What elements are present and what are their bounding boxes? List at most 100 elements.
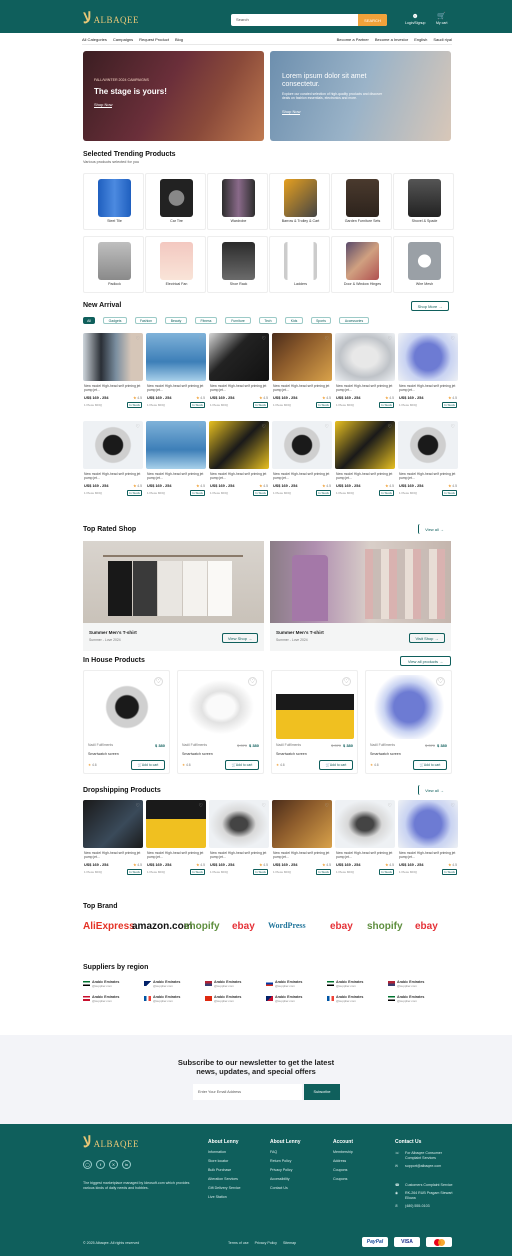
brand-logo[interactable]: shopify: [367, 921, 403, 932]
nav-campaigns[interactable]: Campaigns: [113, 37, 133, 42]
product-card[interactable]: ♡ New model High-head self priming jet pu…: [209, 421, 269, 503]
footer-link[interactable]: Gift Delivery Service: [208, 1184, 241, 1193]
footer-link[interactable]: Store locator: [208, 1157, 241, 1166]
brand-logo[interactable]: shopify: [184, 921, 220, 932]
footer-link[interactable]: Coupons: [333, 1166, 353, 1175]
footer-link[interactable]: Contact Us: [270, 1184, 292, 1193]
add-to-cart-button[interactable]: 🛒 Add to cart: [319, 760, 353, 770]
filter-pill[interactable]: Fitness: [195, 317, 217, 324]
heart-icon[interactable]: ♡: [262, 803, 266, 809]
visit-shop-button[interactable]: Visit Shop →: [409, 633, 445, 643]
view-shop-button[interactable]: View Shop →: [222, 633, 258, 643]
footer-link[interactable]: Bulk Purchase: [208, 1166, 241, 1175]
linkedin-icon[interactable]: in: [122, 1160, 131, 1169]
brand-logo[interactable]: ebay: [232, 921, 255, 932]
product-card[interactable]: ♡ New model High-head self priming jet pu…: [272, 800, 332, 882]
trending-card[interactable]: Car Tire: [145, 173, 206, 230]
product-card[interactable]: ♡ New model High-head self priming jet pu…: [209, 333, 269, 415]
filter-pill[interactable]: Kids: [285, 317, 303, 324]
filter-pill[interactable]: Gadgets: [103, 317, 127, 324]
product-card[interactable]: ♡ New model High-head self priming jet pu…: [272, 421, 332, 503]
product-card[interactable]: ♡ New model High-head self priming jet pu…: [335, 800, 395, 882]
footer-link[interactable]: Return Policy: [270, 1157, 292, 1166]
heart-icon[interactable]: ♡: [154, 677, 163, 686]
heart-icon[interactable]: ♡: [199, 336, 203, 342]
footer-link[interactable]: FAQ: [270, 1148, 292, 1157]
filter-pill[interactable]: All: [83, 317, 95, 324]
logo[interactable]: لا ALBAQEE: [83, 12, 139, 27]
subscribe-button[interactable]: Subscribe: [304, 1084, 340, 1100]
heart-icon[interactable]: ♡: [262, 424, 266, 430]
supplier-item[interactable]: Arabic Emirates @supplier.com: [205, 980, 263, 991]
heart-icon[interactable]: ♡: [248, 677, 257, 686]
privacy-link[interactable]: Privacy Policy: [255, 1241, 277, 1245]
heart-icon[interactable]: ♡: [342, 677, 351, 686]
product-card[interactable]: ♡ New model High-head self priming jet pu…: [398, 800, 458, 882]
nav-request-product[interactable]: Request Product: [139, 37, 169, 42]
supplier-item[interactable]: Arabic Emirates @supplier.com: [266, 995, 324, 1006]
heart-icon[interactable]: ♡: [388, 803, 392, 809]
search-button[interactable]: SEARCH: [358, 14, 387, 26]
heart-icon[interactable]: ♡: [136, 336, 140, 342]
login-button[interactable]: ☻ Login/Signup: [405, 13, 425, 25]
heart-icon[interactable]: ♡: [136, 424, 140, 430]
footer-link[interactable]: Coupons: [333, 1175, 353, 1184]
filter-pill[interactable]: Tech: [259, 317, 277, 324]
supplier-item[interactable]: Arabic Emirates @supplier.com: [144, 980, 202, 991]
product-card[interactable]: ♡ New model High-head self priming jet pu…: [83, 800, 143, 882]
supplier-item[interactable]: Arabic Emirates @supplier.com: [205, 995, 263, 1006]
trending-card[interactable]: Ladders: [269, 236, 330, 293]
add-to-cart-button[interactable]: 🛒 Add to cart: [413, 760, 447, 770]
top-rated-view-all[interactable]: View all →: [418, 524, 450, 534]
x-twitter-icon[interactable]: X: [109, 1160, 118, 1169]
footer-link[interactable]: Accessibility: [270, 1175, 292, 1184]
add-to-cart-button[interactable]: 🛒 Add to cart: [225, 760, 259, 770]
brand-logo[interactable]: ebay: [415, 921, 438, 932]
heart-icon[interactable]: ♡: [451, 336, 455, 342]
language-select[interactable]: English: [414, 37, 427, 42]
footer-link[interactable]: Privacy Policy: [270, 1166, 292, 1175]
product-card[interactable]: ♡ New model High-head self priming jet pu…: [146, 333, 206, 415]
heart-icon[interactable]: ♡: [325, 424, 329, 430]
supplier-item[interactable]: Arabic Emirates @supplier.com: [327, 995, 385, 1006]
heart-icon[interactable]: ♡: [451, 803, 455, 809]
in-house-card[interactable]: ♡ Nadil Fulfilments $ 370 $ 380 Smartwatch s…: [271, 670, 358, 774]
hero-banner-right[interactable]: Lorem ipsum dolor sit amet consectetur. …: [270, 51, 451, 141]
footer-link[interactable]: Information: [208, 1148, 241, 1157]
footer-logo[interactable]: لا ALBAQEE: [83, 1136, 139, 1151]
supplier-item[interactable]: Arabic Emirates @supplier.com: [83, 995, 141, 1006]
in-house-card[interactable]: ♡ Nadil Fulfilments $ 370 $ 380 Smartwatch s…: [365, 670, 452, 774]
footer-link[interactable]: Alteration Services: [208, 1175, 241, 1184]
heart-icon[interactable]: ♡: [436, 677, 445, 686]
banner-cta[interactable]: Shop Now: [94, 102, 113, 108]
brand-logo[interactable]: ebay: [330, 921, 353, 932]
supplier-item[interactable]: Arabic Emirates @supplier.com: [388, 980, 446, 991]
currency-select[interactable]: Saudi riyal: [433, 37, 452, 42]
add-to-cart-button[interactable]: 🛒 Add to cart: [131, 760, 165, 770]
product-card[interactable]: ♡ New model High-head self priming jet pu…: [83, 333, 143, 415]
heart-icon[interactable]: ♡: [262, 336, 266, 342]
trending-card[interactable]: Electrical Fan: [145, 236, 206, 293]
heart-icon[interactable]: ♡: [451, 424, 455, 430]
supplier-item[interactable]: Arabic Emirates @supplier.com: [83, 980, 141, 991]
hero-banner-left[interactable]: FALL/WINTER 2024 CAMPAIGNS The stage is …: [83, 51, 264, 141]
nav-blog[interactable]: Blog: [175, 37, 183, 42]
product-card[interactable]: ♡ New model High-head self priming jet pu…: [335, 421, 395, 503]
supplier-item[interactable]: Arabic Emirates @supplier.com: [327, 980, 385, 991]
heart-icon[interactable]: ♡: [136, 803, 140, 809]
trending-card[interactable]: Steel Tile: [83, 173, 144, 230]
product-card[interactable]: ♡ New model High-head self priming jet pu…: [146, 421, 206, 503]
trending-card[interactable]: Door & Window Hinges: [331, 236, 392, 293]
heart-icon[interactable]: ♡: [199, 424, 203, 430]
trending-card[interactable]: Padlock: [83, 236, 144, 293]
heart-icon[interactable]: ♡: [325, 803, 329, 809]
sitemap-link[interactable]: Sitemap: [283, 1241, 296, 1245]
filter-pill[interactable]: Fashion: [135, 317, 157, 324]
banner-cta[interactable]: Shop Now: [282, 109, 301, 115]
facebook-icon[interactable]: f: [96, 1160, 105, 1169]
trending-card[interactable]: Wardrobe: [207, 173, 268, 230]
in-house-card[interactable]: ♡ Nadil Fulfilments $ 370 $ 380 Smartwatch s…: [177, 670, 264, 774]
brand-logo[interactable]: WordPress: [268, 921, 306, 930]
footer-link[interactable]: Membership: [333, 1148, 353, 1157]
heart-icon[interactable]: ♡: [388, 336, 392, 342]
